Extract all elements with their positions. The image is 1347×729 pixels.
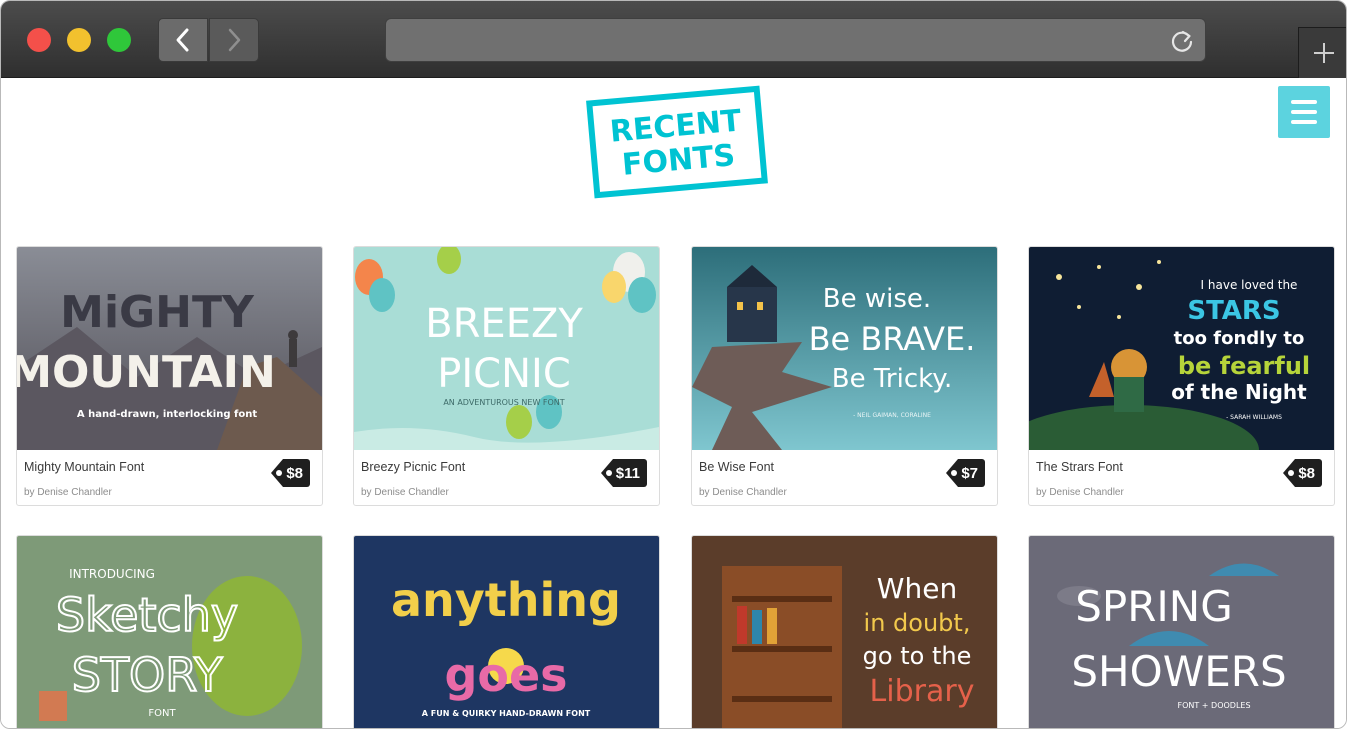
browser-window: RECENT FONTS MiGHTY MOUNTAIN A hand-draw… bbox=[0, 0, 1347, 729]
font-preview-image[interactable]: INTRODUCING Sketchy STORY FONT bbox=[17, 536, 322, 728]
art-line3: too fondly to bbox=[1174, 328, 1305, 349]
new-tab-button[interactable] bbox=[1298, 27, 1346, 78]
price-tag[interactable]: $7 bbox=[946, 459, 985, 487]
price-tag[interactable]: $8 bbox=[1283, 459, 1322, 487]
card-meta: Mighty Mountain Font by Denise Chandler … bbox=[17, 450, 322, 505]
font-preview-image[interactable]: When in doubt, go to the Library bbox=[692, 536, 997, 728]
card-author[interactable]: by Denise Chandler bbox=[699, 487, 787, 498]
art-line2: MOUNTAIN bbox=[17, 347, 276, 398]
price-value: $7 bbox=[961, 464, 978, 482]
price-tag[interactable]: $8 bbox=[271, 459, 310, 487]
font-card[interactable]: MiGHTY MOUNTAIN A hand-drawn, interlocki… bbox=[16, 246, 323, 506]
card-author[interactable]: by Denise Chandler bbox=[361, 487, 449, 498]
font-preview-image[interactable]: I have loved the STARS too fondly to be … bbox=[1029, 247, 1334, 450]
font-card[interactable]: BREEZY PICNIC AN ADVENTUROUS NEW FONT Br… bbox=[353, 246, 660, 506]
card-title[interactable]: Mighty Mountain Font bbox=[24, 460, 144, 474]
art-line1: MiGHTY bbox=[60, 287, 255, 338]
art-line1: When bbox=[877, 572, 957, 605]
browser-toolbar bbox=[1, 1, 1346, 78]
price-value: $8 bbox=[1298, 464, 1315, 482]
art-line1: Be wise. bbox=[823, 284, 931, 314]
menu-bar bbox=[1291, 120, 1317, 124]
chevron-right-icon bbox=[228, 28, 241, 52]
card-author[interactable]: by Denise Chandler bbox=[1036, 487, 1124, 498]
forward-button[interactable] bbox=[209, 18, 259, 62]
font-card[interactable]: SPRING SHOWERS FONT + DOODLES bbox=[1028, 535, 1335, 728]
chevron-left-icon bbox=[176, 28, 189, 52]
card-title[interactable]: The Strars Font bbox=[1036, 460, 1123, 474]
page-content: RECENT FONTS MiGHTY MOUNTAIN A hand-draw… bbox=[1, 78, 1346, 728]
zoom-window-button[interactable] bbox=[107, 28, 131, 52]
art-line4: be fearful bbox=[1178, 352, 1310, 380]
price-tag[interactable]: $11 bbox=[600, 459, 647, 487]
art-line1: I have loved the bbox=[1201, 278, 1298, 292]
art-sub: - SARAH WILLIAMS bbox=[1226, 414, 1282, 421]
back-button[interactable] bbox=[158, 18, 208, 62]
art-line4: Library bbox=[870, 674, 975, 709]
card-title[interactable]: Breezy Picnic Font bbox=[361, 460, 465, 474]
font-card[interactable]: I have loved the STARS too fondly to be … bbox=[1028, 246, 1335, 506]
card-title[interactable]: Be Wise Font bbox=[699, 460, 774, 474]
menu-bar bbox=[1291, 110, 1317, 114]
art-line2: Be BRAVE. bbox=[809, 320, 976, 358]
art-line1: anything bbox=[391, 573, 621, 627]
art-sub: A FUN & QUIRKY HAND-DRAWN FONT bbox=[422, 709, 591, 718]
font-card[interactable]: Be wise. Be BRAVE. Be Tricky. - NEIL GAI… bbox=[691, 246, 998, 506]
price-value: $11 bbox=[615, 464, 640, 482]
art-line3: go to the bbox=[863, 642, 972, 670]
art-sub: AN ADVENTUROUS NEW FONT bbox=[443, 398, 564, 407]
card-meta: Be Wise Font by Denise Chandler $7 bbox=[692, 450, 997, 505]
font-preview-image[interactable]: BREEZY PICNIC AN ADVENTUROUS NEW FONT bbox=[354, 247, 659, 450]
art-line1: BREEZY bbox=[425, 301, 583, 347]
art-sub: - NEIL GAIMAN, CORALINE bbox=[853, 412, 931, 419]
price-tag-body: $11 bbox=[605, 459, 647, 487]
font-card[interactable]: When in doubt, go to the Library bbox=[691, 535, 998, 728]
font-card[interactable]: INTRODUCING Sketchy STORY FONT bbox=[16, 535, 323, 728]
close-window-button[interactable] bbox=[27, 28, 51, 52]
recent-fonts-logo[interactable]: RECENT FONTS bbox=[585, 84, 769, 200]
minimize-window-button[interactable] bbox=[67, 28, 91, 52]
card-meta: The Strars Font by Denise Chandler $8 bbox=[1029, 450, 1334, 505]
art-line2: STARS bbox=[1187, 296, 1280, 326]
font-card[interactable]: anything goes A FUN & QUIRKY HAND-DRAWN … bbox=[353, 535, 660, 728]
font-preview-image[interactable]: anything goes A FUN & QUIRKY HAND-DRAWN … bbox=[354, 536, 659, 728]
card-author[interactable]: by Denise Chandler bbox=[24, 487, 112, 498]
hamburger-menu-button[interactable] bbox=[1278, 86, 1330, 138]
price-tag-body: $8 bbox=[1288, 459, 1322, 487]
art-line3: STORY bbox=[72, 648, 224, 702]
price-tag-body: $7 bbox=[951, 459, 985, 487]
art-line2: SHOWERS bbox=[1071, 647, 1286, 696]
art-sub: A hand-drawn, interlocking font bbox=[77, 409, 257, 420]
price-tag-hole bbox=[605, 470, 612, 476]
plus-icon bbox=[1313, 43, 1334, 63]
art-line1: INTRODUCING bbox=[69, 567, 155, 581]
price-tag-body: $8 bbox=[276, 459, 310, 487]
menu-bar bbox=[1291, 100, 1317, 104]
card-meta: Breezy Picnic Font by Denise Chandler $1… bbox=[354, 450, 659, 505]
art-line2: Sketchy bbox=[56, 588, 238, 642]
art-sub: FONT bbox=[148, 708, 176, 719]
art-line2: PICNIC bbox=[437, 351, 571, 397]
price-value: $8 bbox=[286, 464, 303, 482]
reload-icon[interactable] bbox=[1169, 28, 1195, 54]
font-preview-image[interactable]: MiGHTY MOUNTAIN A hand-drawn, interlocki… bbox=[17, 247, 322, 450]
art-line5: of the Night bbox=[1171, 380, 1307, 404]
art-line2: in doubt, bbox=[864, 609, 971, 637]
font-preview-image[interactable]: Be wise. Be BRAVE. Be Tricky. - NEIL GAI… bbox=[692, 247, 997, 450]
art-line2: goes bbox=[444, 648, 567, 702]
address-bar[interactable] bbox=[385, 18, 1206, 62]
font-preview-image[interactable]: SPRING SHOWERS FONT + DOODLES bbox=[1029, 536, 1334, 728]
art-line3: Be Tricky. bbox=[832, 364, 952, 394]
art-sub: FONT + DOODLES bbox=[1177, 701, 1250, 710]
art-line1: SPRING bbox=[1075, 582, 1233, 631]
